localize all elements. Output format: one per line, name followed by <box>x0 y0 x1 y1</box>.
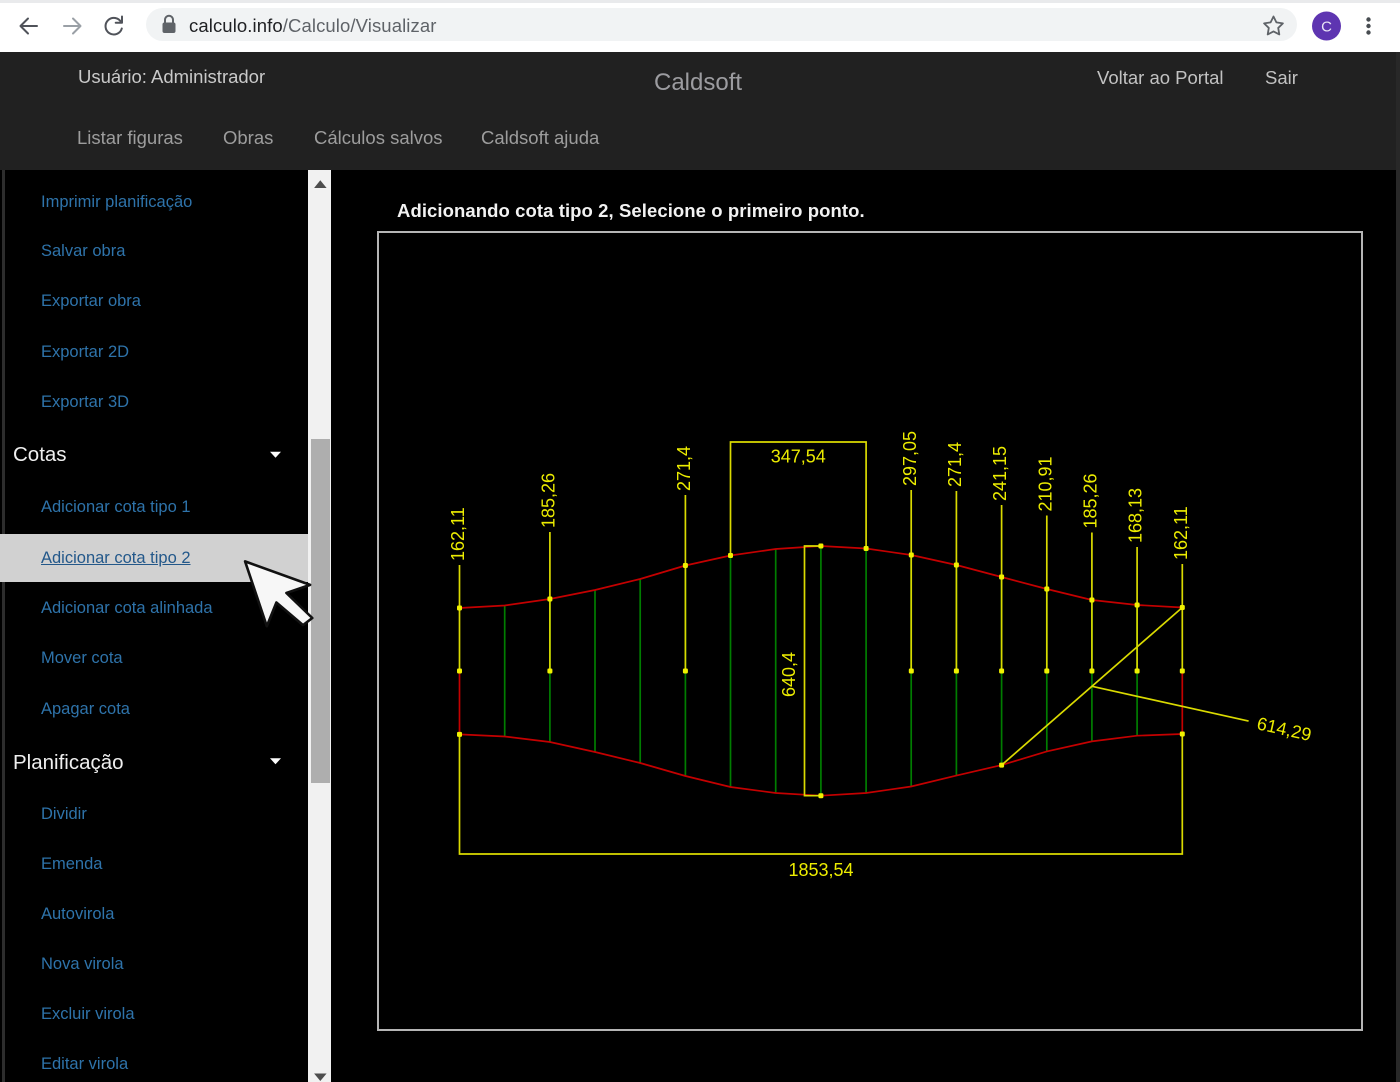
svg-text:1853,54: 1853,54 <box>788 860 853 880</box>
svg-text:241,15: 241,15 <box>990 446 1010 501</box>
svg-text:640,4: 640,4 <box>779 652 799 697</box>
svg-text:614,29: 614,29 <box>1255 713 1313 745</box>
svg-text:210,91: 210,91 <box>1035 456 1055 511</box>
svg-text:271,4: 271,4 <box>674 446 694 491</box>
svg-text:162,11: 162,11 <box>448 507 468 561</box>
svg-text:162,11: 162,11 <box>1171 506 1191 560</box>
svg-text:185,26: 185,26 <box>538 473 558 528</box>
svg-text:297,05: 297,05 <box>900 431 920 486</box>
svg-text:168,13: 168,13 <box>1126 488 1146 543</box>
svg-text:271,4: 271,4 <box>945 442 965 487</box>
svg-text:347,54: 347,54 <box>771 447 826 467</box>
svg-text:185,26: 185,26 <box>1080 473 1100 528</box>
